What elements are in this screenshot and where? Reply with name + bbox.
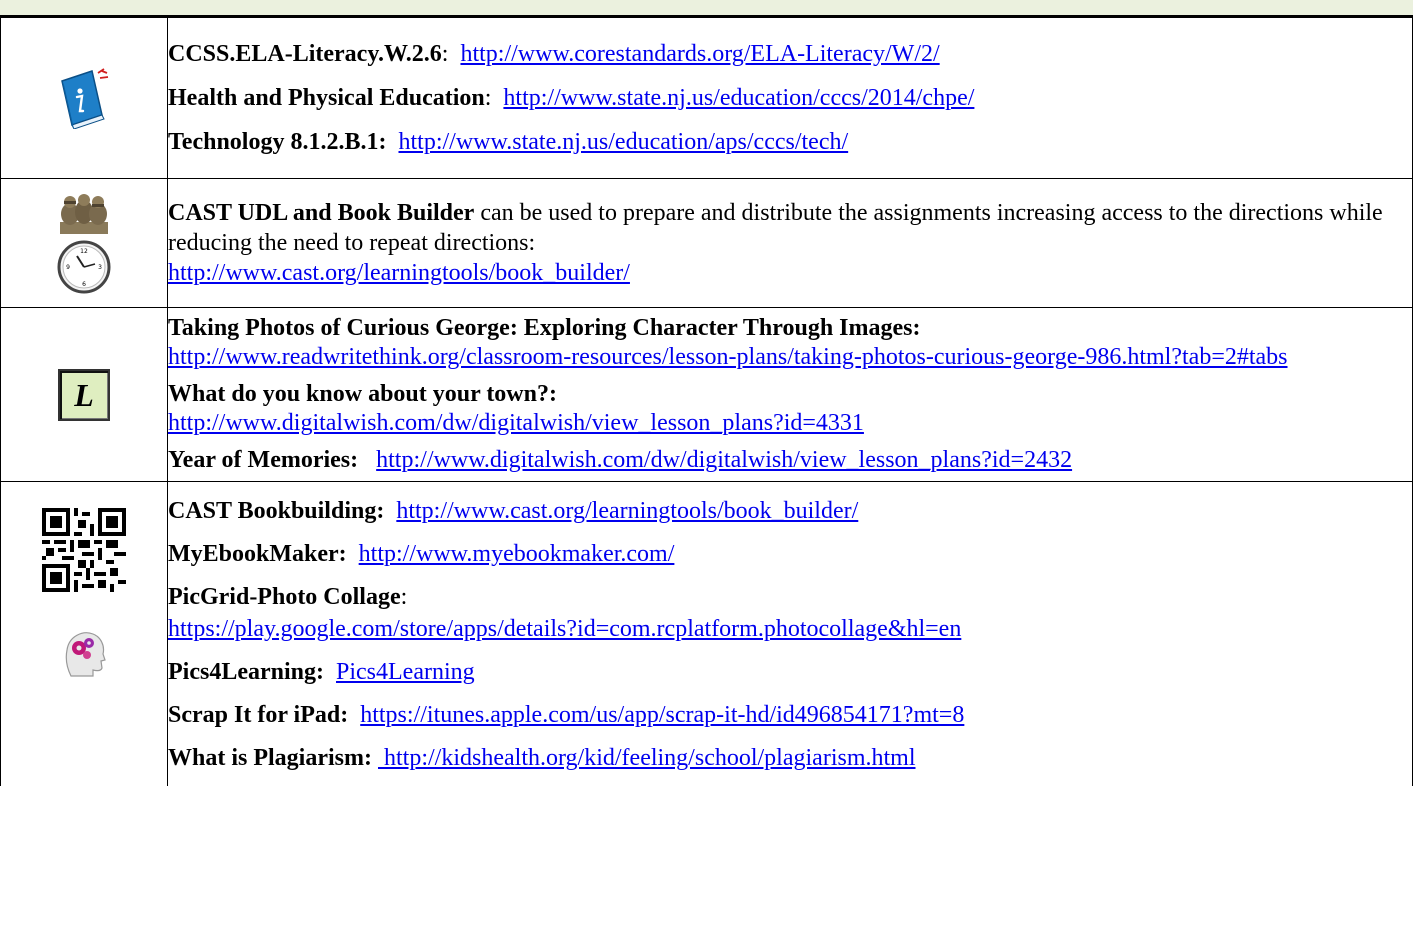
lessons-text-cell: Taking Photos of Curious George: Explori… (167, 307, 1413, 482)
svg-text:9: 9 (66, 264, 70, 271)
udl-label: CAST UDL and Book Builder (168, 200, 475, 226)
tool-link-line: https://play.google.com/store/apps/detai… (168, 614, 1412, 644)
tool-label: CAST Bookbuilding: (168, 498, 385, 524)
tool-line: Pics4Learning: Pics4Learning (168, 657, 1412, 687)
udl-row: 12 3 6 9 CAST UDL and Book Builder can b… (0, 178, 1413, 308)
tools-icon-cell (0, 481, 168, 786)
standard-link[interactable]: http://www.state.nj.us/education/cccs/20… (503, 85, 974, 111)
lessons-icon-cell: L (0, 307, 168, 482)
udl-text-cell: CAST UDL and Book Builder can be used to… (167, 178, 1413, 308)
standard-label: CCSS.ELA-Literacy.W.2.6 (168, 41, 442, 67)
lesson-title: Year of Memories: (168, 447, 359, 473)
udl-icon-cell: 12 3 6 9 (0, 178, 168, 308)
lessons-row: L Taking Photos of Curious George: Explo… (0, 307, 1413, 482)
standard-link[interactable]: http://www.state.nj.us/education/aps/ccc… (398, 129, 848, 155)
lesson-link-line: http://www.readwritethink.org/classroom-… (168, 343, 1412, 372)
tool-link[interactable]: http://kidshealth.org/kid/feeling/school… (378, 745, 916, 771)
standard-line: CCSS.ELA-Literacy.W.2.6: http://www.core… (168, 41, 940, 67)
standards-row: CCSS.ELA-Literacy.W.2.6: http://www.core… (0, 17, 1413, 179)
lesson-title: What do you know about your town?: (168, 381, 557, 407)
tool-link[interactable]: https://play.google.com/store/apps/detai… (168, 616, 961, 642)
tool-line: PicGrid-Photo Collage: (168, 584, 408, 610)
tool-label: Pics4Learning: (168, 659, 324, 685)
udl-link-line: http://www.cast.org/learningtools/book_b… (168, 258, 1412, 288)
standard-link[interactable]: http://www.corestandards.org/ELA-Literac… (460, 41, 939, 67)
standards-text-cell: CCSS.ELA-Literacy.W.2.6: http://www.core… (167, 17, 1413, 179)
tool-line: CAST Bookbuilding: http://www.cast.org/l… (168, 496, 1412, 526)
tool-line: Scrap It for iPad: https://itunes.apple.… (168, 700, 1412, 730)
standards-icon-cell (0, 17, 168, 179)
header-band (0, 0, 1413, 17)
lesson-link[interactable]: http://www.digitalwish.com/dw/digitalwis… (168, 410, 864, 436)
tool-link[interactable]: http://www.cast.org/learningtools/book_b… (396, 498, 858, 524)
standard-line: Technology 8.1.2.B.1: http://www.state.n… (168, 127, 1412, 157)
udl-link[interactable]: http://www.cast.org/learningtools/book_b… (168, 260, 630, 286)
clock-icon: 12 3 6 9 (57, 240, 111, 294)
lesson-line: Year of Memories: http://www.digitalwish… (168, 446, 1412, 475)
lesson-letter-icon: L (58, 368, 110, 421)
standard-line: Health and Physical Education: http://ww… (168, 85, 975, 111)
lesson-link-line: http://www.digitalwish.com/dw/digitalwis… (168, 409, 1412, 438)
tool-line: What is Plagiarism: http://kidshealth.or… (168, 743, 1412, 773)
udl-paragraph: CAST UDL and Book Builder can be used to… (168, 198, 1412, 258)
qr-code-icon (42, 508, 126, 592)
document-page: CCSS.ELA-Literacy.W.2.6: http://www.core… (0, 0, 1413, 938)
tool-line: MyEbookMaker: http://www.myebookmaker.co… (168, 539, 1412, 569)
standard-label: Health and Physical Education (168, 85, 485, 111)
svg-text:3: 3 (98, 264, 102, 271)
lesson-title: Taking Photos of Curious George: Explori… (168, 315, 921, 341)
head-gears-icon (65, 632, 106, 677)
tool-label: Scrap It for iPad: (168, 702, 349, 728)
lesson-link[interactable]: http://www.digitalwish.com/dw/digitalwis… (376, 447, 1072, 473)
tool-label: What is Plagiarism: (168, 745, 372, 771)
tool-label: PicGrid-Photo Collage (168, 584, 401, 610)
tool-link[interactable]: Pics4Learning (336, 659, 475, 685)
svg-text:12: 12 (80, 248, 88, 255)
tool-link[interactable]: https://itunes.apple.com/us/app/scrap-it… (360, 702, 964, 728)
tool-label: MyEbookMaker: (168, 541, 347, 567)
three-monkeys-icon (60, 194, 108, 234)
tools-text-cell: CAST Bookbuilding: http://www.cast.org/l… (167, 481, 1413, 786)
resources-table: CCSS.ELA-Literacy.W.2.6: http://www.core… (0, 17, 1413, 786)
information-book-icon (61, 68, 109, 129)
lesson-link[interactable]: http://www.readwritethink.org/classroom-… (168, 344, 1288, 370)
tool-link[interactable]: http://www.myebookmaker.com/ (359, 541, 675, 567)
standard-label: Technology 8.1.2.B.1: (168, 129, 387, 155)
svg-text:6: 6 (82, 281, 86, 288)
tools-row: CAST Bookbuilding: http://www.cast.org/l… (0, 481, 1413, 786)
